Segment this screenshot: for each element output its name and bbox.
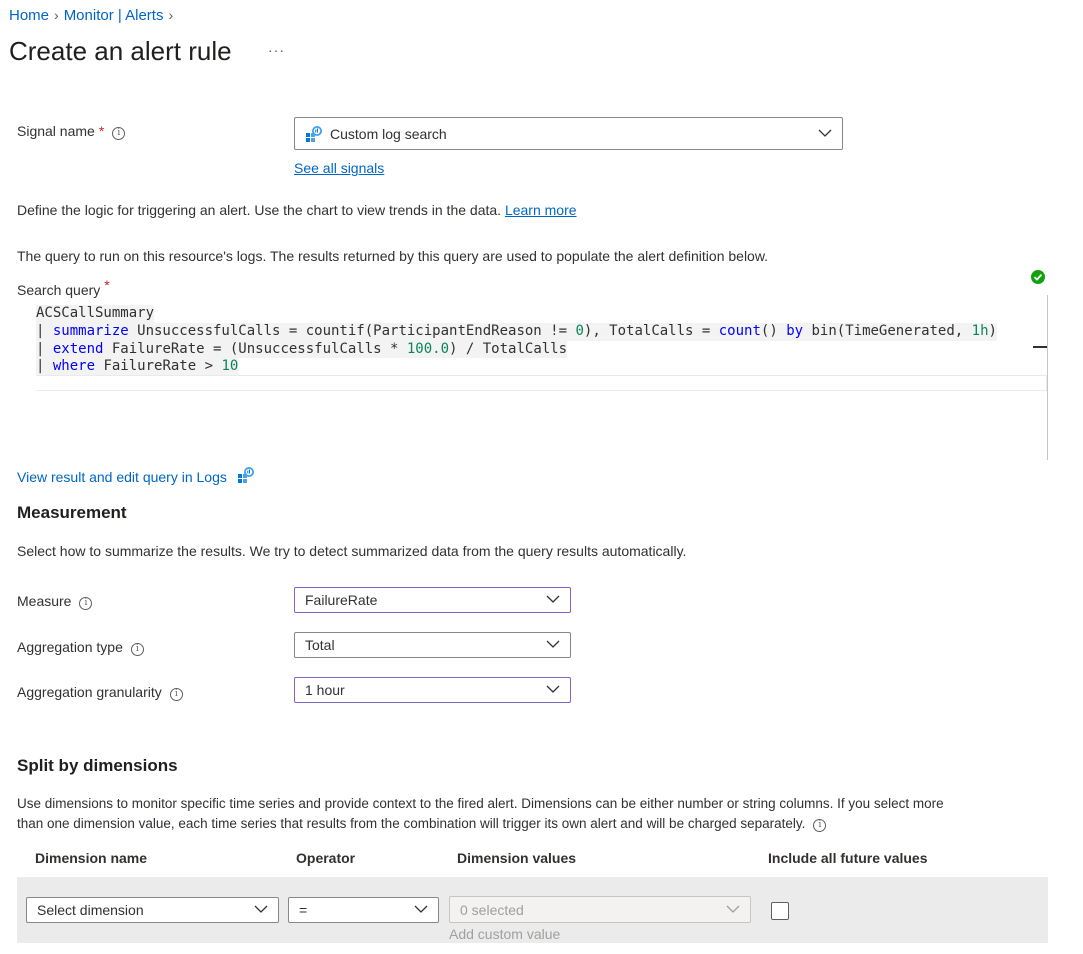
chevron-right-icon: › bbox=[54, 7, 59, 23]
aggregation-type-dropdown[interactable]: Total bbox=[294, 632, 571, 658]
chevron-down-icon bbox=[818, 129, 832, 137]
aggregation-type-label: Aggregation type i bbox=[17, 639, 144, 656]
chevron-down-icon bbox=[726, 905, 740, 913]
info-icon[interactable]: i bbox=[169, 688, 183, 701]
page-title: Create an alert rule bbox=[9, 36, 232, 66]
column-dimension-name: Dimension name bbox=[35, 850, 148, 866]
breadcrumb-home[interactable]: Home bbox=[9, 7, 49, 24]
info-icon[interactable]: i bbox=[112, 127, 126, 140]
add-custom-value[interactable]: Add custom value bbox=[449, 926, 560, 942]
signal-name-dropdown[interactable]: Custom log search bbox=[294, 117, 843, 150]
measurement-heading: Measurement bbox=[17, 503, 127, 522]
split-description-line-1: Use dimensions to monitor specific time … bbox=[17, 796, 944, 811]
breadcrumb-monitor-alerts[interactable]: Monitor | Alerts bbox=[64, 7, 164, 24]
log-search-icon bbox=[237, 466, 255, 484]
measure-value: FailureRate bbox=[305, 592, 378, 608]
query-line-1: ACSCallSummary bbox=[36, 305, 155, 323]
column-operator: Operator bbox=[296, 850, 356, 866]
query-description: The query to run on this resource's logs… bbox=[17, 248, 769, 264]
view-in-logs-link[interactable]: View result and edit query in Logs bbox=[17, 469, 227, 485]
dimension-values-placeholder: 0 selected bbox=[460, 901, 524, 918]
signal-name-label: Signal name * i bbox=[17, 123, 126, 140]
include-future-values-checkbox[interactable] bbox=[771, 902, 789, 920]
log-search-icon bbox=[305, 125, 323, 143]
aggregation-granularity-value: 1 hour bbox=[305, 682, 345, 698]
query-editor[interactable]: ACSCallSummary | summarize UnsuccessfulC… bbox=[17, 295, 1048, 460]
info-icon[interactable]: i bbox=[813, 819, 827, 832]
measurement-description: Select how to summarize the results. We … bbox=[17, 543, 687, 559]
chevron-down-icon bbox=[254, 905, 268, 913]
split-dimensions-heading: Split by dimensions bbox=[17, 756, 178, 775]
measure-dropdown[interactable]: FailureRate bbox=[294, 587, 571, 613]
view-in-logs[interactable]: View result and edit query in Logs bbox=[17, 466, 255, 485]
required-mark: * bbox=[104, 277, 110, 293]
query-line-4: | where FailureRate > 10 bbox=[36, 358, 239, 377]
info-icon[interactable]: i bbox=[79, 597, 93, 610]
signal-name-value: Custom log search bbox=[330, 125, 447, 142]
info-icon[interactable]: i bbox=[130, 643, 144, 656]
required-mark: * bbox=[98, 123, 105, 139]
query-code[interactable]: ACSCallSummary | summarize UnsuccessfulC… bbox=[36, 305, 1046, 377]
more-options-button[interactable]: ··· bbox=[268, 42, 285, 58]
column-dimension-values: Dimension values bbox=[457, 850, 577, 866]
valid-check-icon bbox=[1031, 270, 1045, 284]
chevron-down-icon bbox=[414, 905, 428, 913]
editor-scroll-marker bbox=[1033, 346, 1047, 348]
signal-name-text: Signal name bbox=[17, 123, 95, 139]
see-all-signals-link[interactable]: See all signals bbox=[294, 160, 384, 176]
operator-value: = bbox=[299, 902, 308, 918]
dimension-values-dropdown[interactable]: 0 selected bbox=[449, 896, 751, 923]
column-include-future: Include all future values bbox=[768, 850, 928, 866]
aggregation-granularity-label: Aggregation granularity i bbox=[17, 684, 183, 701]
query-line-3: | extend FailureRate = (UnsuccessfulCall… bbox=[36, 340, 568, 359]
learn-more-link[interactable]: Learn more bbox=[505, 202, 577, 218]
dimension-name-dropdown[interactable]: Select dimension bbox=[26, 897, 279, 923]
chevron-down-icon bbox=[546, 595, 560, 603]
logic-description: Define the logic for triggering an alert… bbox=[17, 202, 577, 218]
measure-label: Measure i bbox=[17, 593, 93, 610]
editor-current-line bbox=[36, 375, 1047, 391]
split-description-line-2: than one dimension value, each time seri… bbox=[17, 816, 827, 832]
breadcrumb: Home › Monitor | Alerts › bbox=[9, 7, 178, 24]
aggregation-type-value: Total bbox=[305, 637, 335, 653]
chevron-down-icon bbox=[546, 640, 560, 648]
query-line-2: | summarize UnsuccessfulCalls = countif(… bbox=[36, 322, 997, 341]
aggregation-granularity-dropdown[interactable]: 1 hour bbox=[294, 677, 571, 703]
operator-dropdown[interactable]: = bbox=[288, 897, 439, 923]
chevron-down-icon bbox=[546, 685, 560, 693]
chevron-right-icon: › bbox=[168, 7, 174, 23]
logic-text: Define the logic for triggering an alert… bbox=[17, 202, 502, 218]
dimension-name-placeholder: Select dimension bbox=[37, 902, 144, 918]
